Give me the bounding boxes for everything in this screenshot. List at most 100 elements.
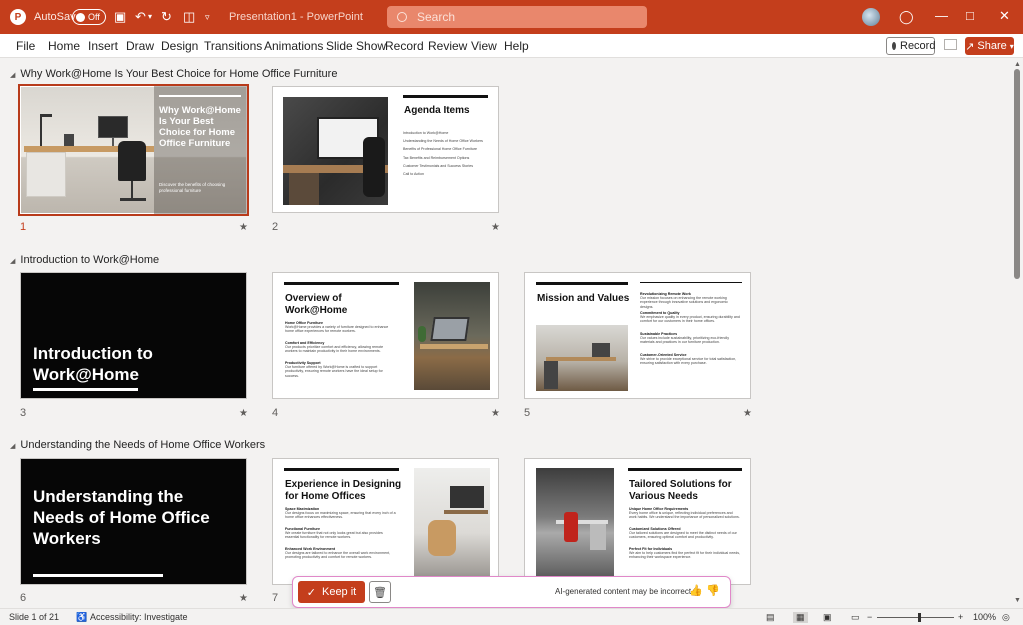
- user-avatar[interactable]: [862, 8, 880, 26]
- accessibility-status[interactable]: Accessibility: Investigate: [90, 612, 188, 622]
- scrollbar-thumb[interactable]: [1014, 69, 1020, 279]
- zoom-in-icon[interactable]: +: [958, 612, 963, 622]
- thumbs-down-icon[interactable]: 👎: [706, 584, 720, 597]
- minimize-icon[interactable]: —: [935, 8, 948, 23]
- ai-content-bar: ✓ Keep it 🗑 AI-generated content may be …: [292, 576, 731, 608]
- zoom-slider[interactable]: [877, 617, 954, 618]
- tab-help[interactable]: Help: [504, 39, 529, 53]
- tab-file[interactable]: File: [16, 39, 35, 53]
- item-text: Every home office is unique, reflecting …: [629, 511, 740, 520]
- status-bar: Slide 1 of 21 ♿ Accessibility: Investiga…: [0, 608, 1023, 625]
- share-dropdown-icon: ▾: [1009, 41, 1014, 51]
- section-header[interactable]: ◢ Introduction to Work@Home: [10, 254, 159, 266]
- slide-number: 1: [20, 221, 27, 233]
- slide-thumbnail[interactable]: Mission and Values Revolutionizing Remot…: [524, 272, 751, 399]
- content-item: Perfect Fit for Individuals We aim to hel…: [629, 547, 741, 560]
- slide-thumbnail[interactable]: Tailored Solutions for Various Needs Uni…: [524, 458, 751, 585]
- tab-transitions[interactable]: Transitions: [204, 39, 262, 53]
- accessibility-icon[interactable]: ♿: [76, 612, 87, 623]
- transition-star-icon: ★: [239, 408, 248, 419]
- reading-view-icon[interactable]: ▣: [823, 612, 832, 623]
- slide-number: 2: [272, 221, 279, 233]
- section-title: Why Work@Home Is Your Best Choice for Ho…: [20, 68, 338, 80]
- slide-thumbnail[interactable]: Understanding the Needs of Home Office W…: [20, 458, 247, 585]
- zoom-slider-thumb[interactable]: [918, 613, 921, 622]
- save-icon[interactable]: ▣: [114, 9, 126, 25]
- tab-home[interactable]: Home: [48, 39, 80, 53]
- tab-draw[interactable]: Draw: [126, 39, 154, 53]
- zoom-out-icon[interactable]: −: [867, 612, 872, 622]
- delete-button[interactable]: 🗑: [369, 581, 391, 603]
- present-icon[interactable]: ◫: [183, 9, 195, 25]
- section-header[interactable]: ◢ Why Work@Home Is Your Best Choice for H…: [10, 68, 337, 80]
- customize-toolbar-icon[interactable]: ▿: [205, 9, 210, 25]
- comments-icon[interactable]: [944, 39, 957, 50]
- slide-thumbnail[interactable]: Overview of Work@Home Home Office Furnit…: [272, 272, 499, 399]
- title-accent-bar: [33, 388, 138, 391]
- content-item: Sustainable Practices Our values include …: [640, 332, 742, 345]
- slide-thumbnail[interactable]: Introduction to Work@Home: [20, 272, 247, 399]
- search-icon: [397, 12, 407, 22]
- tab-slide-show[interactable]: Slide Show: [326, 39, 386, 53]
- transition-star-icon: ★: [239, 222, 248, 233]
- slide-title: Understanding the Needs of Home Office W…: [33, 487, 210, 548]
- fit-to-window-icon[interactable]: ◎: [1002, 612, 1010, 623]
- tab-record[interactable]: Record: [385, 39, 424, 53]
- close-icon[interactable]: ✕: [999, 8, 1010, 24]
- content-item: Commitment to Quality We emphasize qualit…: [640, 311, 742, 324]
- title-accent-bar: [403, 95, 488, 98]
- slide-number: 4: [272, 407, 279, 419]
- collapse-caret-icon[interactable]: ◢: [10, 258, 15, 265]
- trash-icon: 🗑: [373, 586, 387, 599]
- item-text: Work@Home provides a variety of furnitur…: [285, 325, 389, 334]
- collapse-caret-icon[interactable]: ◢: [10, 443, 15, 450]
- slide-thumbnail[interactable]: Why Work@Home Is Your Best Choice for Ho…: [18, 84, 249, 216]
- tab-design[interactable]: Design: [161, 39, 198, 53]
- tab-animations[interactable]: Animations: [264, 39, 323, 53]
- slide-title: Introduction to Work@Home: [33, 344, 153, 384]
- ribbon-tabs: File Home Insert Draw Design Transitions…: [0, 34, 1023, 58]
- item-text: Our designs focus on maximizing space, e…: [285, 511, 396, 520]
- slide-thumbnail[interactable]: Agenda Items Introduction to Work@Home U…: [272, 86, 499, 213]
- item-text: Our furniture offered by Work@Home is cr…: [285, 365, 383, 378]
- keep-it-button[interactable]: ✓ Keep it: [298, 581, 365, 603]
- tab-insert[interactable]: Insert: [88, 39, 118, 53]
- tab-review[interactable]: Review: [428, 39, 467, 53]
- undo-dropdown-icon[interactable]: ▾: [148, 9, 152, 25]
- content-item: Customized Solutions Offered Our tailored…: [629, 527, 741, 540]
- autosave-toggle[interactable]: Off: [72, 9, 106, 25]
- content-item: Productivity Support Our furniture offere…: [285, 361, 395, 378]
- slide-title: Agenda Items: [404, 105, 470, 116]
- content-item: Revolutionizing Remote Work Our mission f…: [640, 292, 742, 309]
- slide-number: 6: [20, 592, 27, 604]
- slideshow-view-icon[interactable]: ▭: [851, 612, 860, 623]
- scroll-down-icon[interactable]: ▼: [1014, 597, 1021, 604]
- slide-number: 3: [20, 407, 27, 419]
- search-box[interactable]: Search: [387, 6, 647, 28]
- section-header[interactable]: ◢ Understanding the Needs of Home Office …: [10, 439, 265, 451]
- slide-thumbnail[interactable]: Experience in Designing for Home Offices…: [272, 458, 499, 585]
- tab-view[interactable]: View: [471, 39, 497, 53]
- title-accent-bar: [628, 468, 742, 471]
- title-accent-bar: [159, 95, 241, 97]
- slide-sorter-view-icon[interactable]: ▦: [793, 612, 808, 623]
- zoom-level[interactable]: 100%: [973, 612, 996, 622]
- collapse-caret-icon[interactable]: ◢: [10, 72, 15, 79]
- slide-title: Overview of Work@Home: [285, 293, 348, 316]
- vertical-scrollbar[interactable]: ▲ ▼: [1012, 59, 1023, 608]
- toggle-knob: [76, 12, 85, 22]
- redo-icon[interactable]: ↻: [161, 9, 172, 25]
- lightbulb-icon[interactable]: ◯: [899, 9, 914, 25]
- thumbs-up-icon[interactable]: 👍: [689, 584, 703, 597]
- normal-view-icon[interactable]: ▤: [766, 612, 775, 623]
- undo-icon[interactable]: ↶: [135, 9, 146, 25]
- title-accent-bar: [284, 282, 399, 285]
- scroll-up-icon[interactable]: ▲: [1014, 61, 1021, 68]
- content-item: Space Maximization Our designs focus on m…: [285, 507, 397, 520]
- transition-star-icon: ★: [491, 222, 500, 233]
- record-button[interactable]: Record: [886, 37, 935, 55]
- share-icon: ↗: [965, 40, 975, 53]
- share-button[interactable]: ↗ Share ▾: [965, 37, 1014, 55]
- agenda-list: Introduction to Work@Home Understanding …: [403, 131, 493, 176]
- maximize-icon[interactable]: □: [966, 8, 974, 23]
